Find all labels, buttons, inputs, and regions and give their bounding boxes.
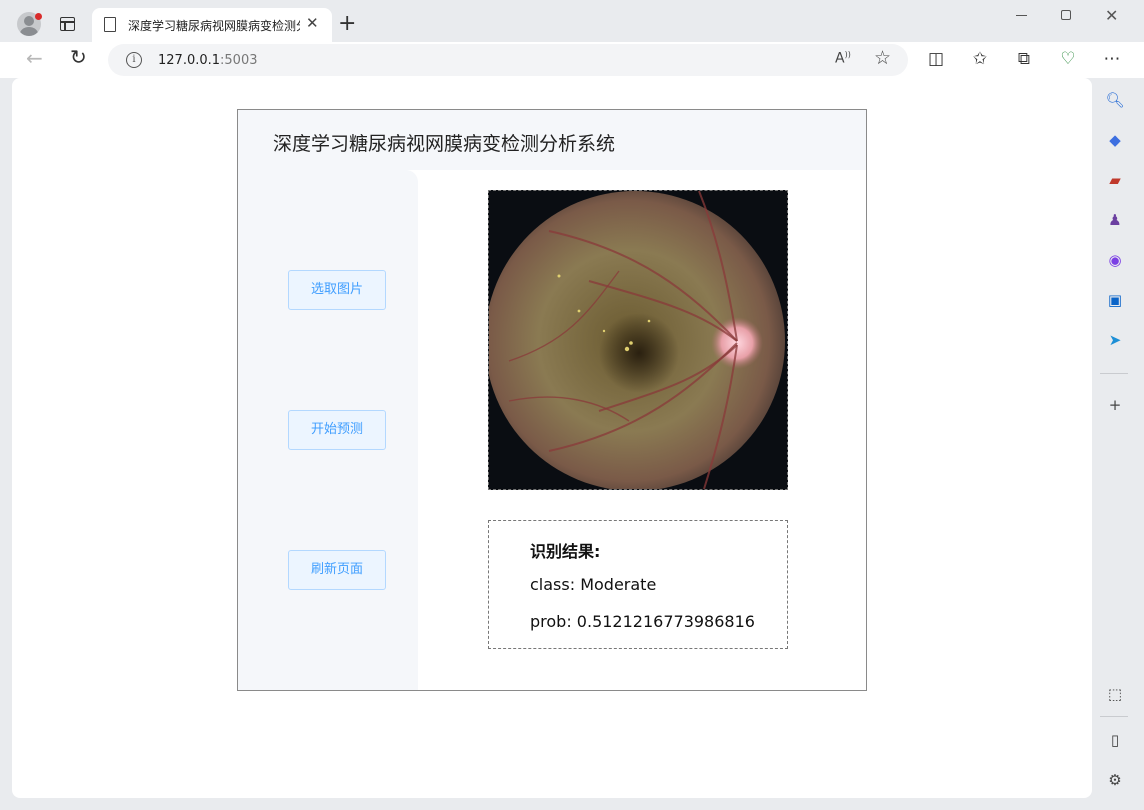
minimize-icon[interactable]	[1016, 15, 1027, 16]
tab-title: 深度学习糖尿病视网膜病变检测分析系统	[128, 19, 300, 33]
refresh-page-button[interactable]: 刷新页面	[288, 550, 386, 590]
send-plane-icon[interactable]: ➤	[1105, 330, 1125, 350]
avatar-head	[24, 16, 34, 26]
sidebar-divider	[1100, 373, 1128, 374]
more-menu-icon[interactable]: ⋯	[1101, 48, 1123, 70]
copilot-icon[interactable]: ◉	[1105, 250, 1125, 270]
result-class: class: Moderate	[530, 575, 657, 594]
favorites-icon[interactable]: ✩	[969, 48, 991, 70]
outlook-icon[interactable]: ▣	[1105, 290, 1125, 310]
sidebar-divider-bottom	[1100, 716, 1128, 717]
url-text[interactable]: 127.0.0.1:5003	[158, 53, 258, 68]
url-host: 127.0.0.1	[158, 53, 221, 68]
result-heading: 识别结果:	[530, 542, 601, 561]
page-viewport: 深度学习糖尿病视网膜病变检测分析系统 选取图片 开始预测 刷新页面 识别结果: …	[12, 78, 1092, 798]
reload-icon[interactable]: ↻	[70, 45, 87, 69]
fundus-image	[488, 190, 788, 490]
app-header: 深度学习糖尿病视网膜病变检测分析系统	[238, 110, 866, 170]
start-predict-button[interactable]: 开始预测	[288, 410, 386, 450]
select-image-button[interactable]: 选取图片	[288, 270, 386, 310]
games-chess-icon[interactable]: ♟	[1105, 210, 1125, 230]
tab-close-icon[interactable]: ✕	[306, 14, 319, 32]
browser-essentials-icon[interactable]: ♡	[1057, 48, 1079, 70]
settings-gear-icon[interactable]: ⚙	[1105, 770, 1125, 790]
avatar-body	[20, 27, 38, 36]
browser-toolbar: ← ↻ i 127.0.0.1:5003 A)) ☆ ◫ ✩ ⧉ ♡ ⋯	[0, 42, 1144, 78]
page-document-icon	[104, 17, 116, 32]
browser-tab-active[interactable]: 深度学习糖尿病视网膜病变检测分析系统 ✕	[92, 8, 332, 42]
screenshot-icon[interactable]: ⬚	[1105, 684, 1125, 704]
tools-briefcase-icon[interactable]: ▰	[1105, 170, 1125, 190]
hide-sidebar-icon[interactable]: ▯	[1105, 730, 1125, 750]
back-arrow-icon[interactable]: ←	[26, 46, 43, 70]
split-screen-icon[interactable]: ◫	[925, 48, 947, 70]
url-port: :5003	[220, 53, 258, 68]
new-tab-icon[interactable]: +	[338, 11, 356, 36]
app-container: 深度学习糖尿病视网膜病变检测分析系统 选取图片 开始预测 刷新页面 识别结果: …	[237, 109, 867, 691]
read-aloud-icon[interactable]: A))	[835, 50, 851, 67]
notification-dot-icon	[35, 13, 42, 20]
window-close-icon[interactable]: ✕	[1105, 6, 1118, 25]
app-sidebar: 选取图片 开始预测 刷新页面	[238, 170, 418, 690]
collections-icon[interactable]: ⧉	[1013, 48, 1035, 70]
browser-window: 深度学习糖尿病视网膜病变检测分析系统 ✕ + ✕ ← ↻ i 127.0.0.1…	[0, 0, 1144, 810]
shopping-tag-icon[interactable]: ◆	[1105, 130, 1125, 150]
page-title: 深度学习糖尿病视网膜病变检测分析系统	[273, 133, 616, 155]
tab-actions-icon[interactable]	[60, 17, 75, 31]
maximize-icon[interactable]	[1061, 10, 1071, 20]
result-panel: 识别结果: class: Moderate prob: 0.5121216773…	[488, 520, 788, 649]
search-icon[interactable]: 🔍︎	[1105, 90, 1125, 110]
add-sidebar-app-icon[interactable]: +	[1105, 395, 1125, 415]
tab-strip: 深度学习糖尿病视网膜病变检测分析系统 ✕ + ✕	[0, 0, 1144, 42]
add-favorite-star-icon[interactable]: ☆	[874, 47, 891, 69]
edge-sidebar: 🔍︎ ◆ ▰ ♟ ◉ ▣ ➤ + ⬚ ▯ ⚙	[1094, 78, 1144, 810]
result-prob: prob: 0.5121216773986816	[530, 612, 755, 631]
retina-fundus-image	[489, 191, 787, 489]
address-bar[interactable]: i 127.0.0.1:5003 A)) ☆	[108, 44, 908, 76]
site-info-icon[interactable]: i	[126, 52, 142, 68]
